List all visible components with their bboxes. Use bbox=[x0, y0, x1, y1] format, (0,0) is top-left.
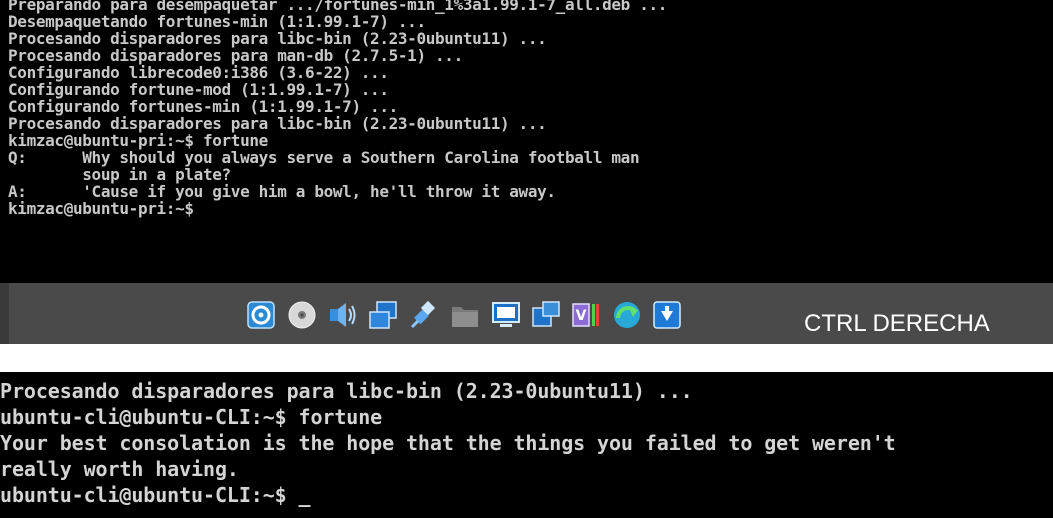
terminal-prompt-line: ubuntu-cli@ubuntu-CLI:~$ fortune bbox=[0, 405, 383, 429]
status-bar-edge bbox=[0, 283, 9, 344]
optical-drive-icon[interactable] bbox=[287, 300, 317, 330]
audio-icon[interactable] bbox=[328, 300, 358, 330]
svg-text:V: V bbox=[576, 308, 587, 324]
cpu-icon[interactable]: V bbox=[571, 300, 601, 330]
terminal-line: Your best consolation is the hope that t… bbox=[0, 431, 896, 455]
display-icon[interactable] bbox=[491, 300, 521, 330]
terminal-line: Procesando disparadores para libc-bin (2… bbox=[8, 114, 547, 133]
keyboard-capture-icon[interactable] bbox=[652, 300, 682, 330]
terminal-bottom[interactable]: Procesando disparadores para libc-bin (2… bbox=[0, 372, 1053, 518]
terminal-line: Procesando disparadores para libc-bin (2… bbox=[0, 379, 693, 403]
shared-folder-icon[interactable] bbox=[450, 300, 480, 330]
terminal-line: Desempaquetando fortunes-min (1:1.99.1-7… bbox=[8, 12, 426, 31]
terminal-prompt-line: ubuntu-cli@ubuntu-CLI:~$ _ bbox=[0, 483, 311, 507]
hard-disk-icon[interactable] bbox=[246, 300, 276, 330]
terminal-line: Configurando librecode0:i386 (3.6-22) ..… bbox=[8, 63, 389, 82]
terminal-top[interactable]: Preparando para desempaquetar .../fortun… bbox=[0, 0, 1053, 283]
terminal-line: Configurando fortunes-min (1:1.99.1-7) .… bbox=[8, 97, 398, 116]
terminal-line: Configurando fortune-mod (1:1.99.1-7) ..… bbox=[8, 80, 389, 99]
terminal-prompt-line: kimzac@ubuntu-pri:~$ fortune bbox=[8, 131, 268, 150]
terminal-line: Q: Why should you always serve a Souther… bbox=[8, 148, 640, 167]
recording-icon[interactable] bbox=[531, 300, 561, 330]
terminal-line: Procesando disparadores para libc-bin (2… bbox=[8, 29, 547, 48]
usb-icon[interactable] bbox=[409, 300, 439, 330]
mouse-integration-icon[interactable] bbox=[612, 300, 642, 330]
terminal-prompt-line: kimzac@ubuntu-pri:~$ bbox=[8, 199, 194, 218]
terminal-line: A: 'Cause if you give him a bowl, he'll … bbox=[8, 182, 556, 201]
host-key-label: CTRL DERECHA bbox=[804, 310, 990, 337]
network-icon[interactable] bbox=[368, 300, 398, 330]
terminal-line: soup in a plate? bbox=[8, 165, 231, 184]
terminal-line: really worth having. bbox=[0, 457, 239, 481]
terminal-line: Procesando disparadores para man-db (2.7… bbox=[8, 46, 463, 65]
